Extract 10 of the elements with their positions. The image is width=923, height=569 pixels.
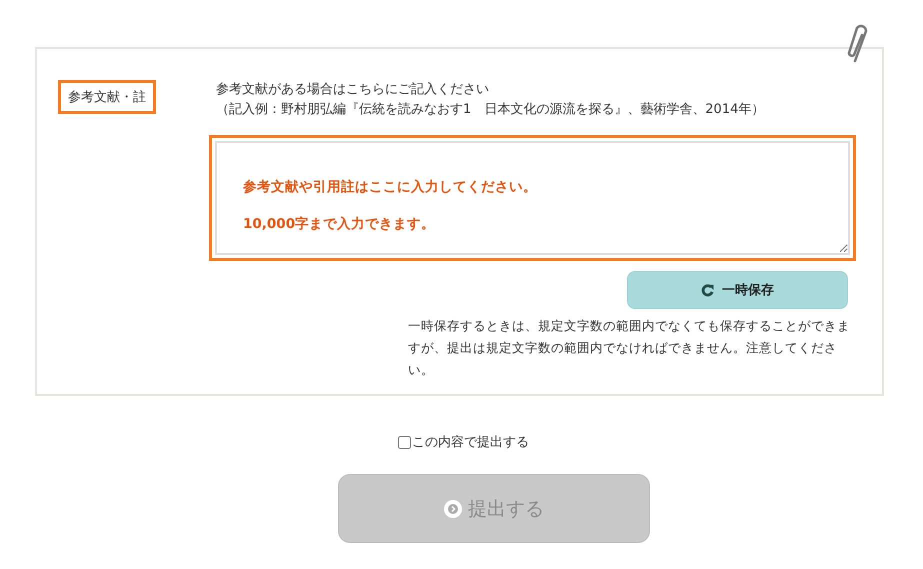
confirm-label: この内容で提出する <box>412 434 529 451</box>
temporary-save-button[interactable]: 一時保存 <box>627 271 848 309</box>
reload-icon <box>701 284 714 296</box>
section-label: 参考文献・註 <box>58 80 156 114</box>
instruction-text: （記入例：野村朋弘編『伝統を読みなおす1 日本文化の源流を探る』、藝術学舎、2014年） <box>216 101 766 119</box>
chevron-circle-icon <box>444 500 462 518</box>
note-text: 一時保存するときは、規定文字数の範囲内でなくても保存することができますが、提出は規定文字数の範囲内でなければできません。注意してください。 <box>408 317 851 379</box>
references-textarea[interactable]: 参考文献や引用註はここに入力してください。 10,000字まで入力できます。 <box>209 135 856 261</box>
confirm-checkbox[interactable] <box>398 436 411 448</box>
instruction-text: 参考文献がある場合はこちらにご記入ください <box>216 81 490 99</box>
